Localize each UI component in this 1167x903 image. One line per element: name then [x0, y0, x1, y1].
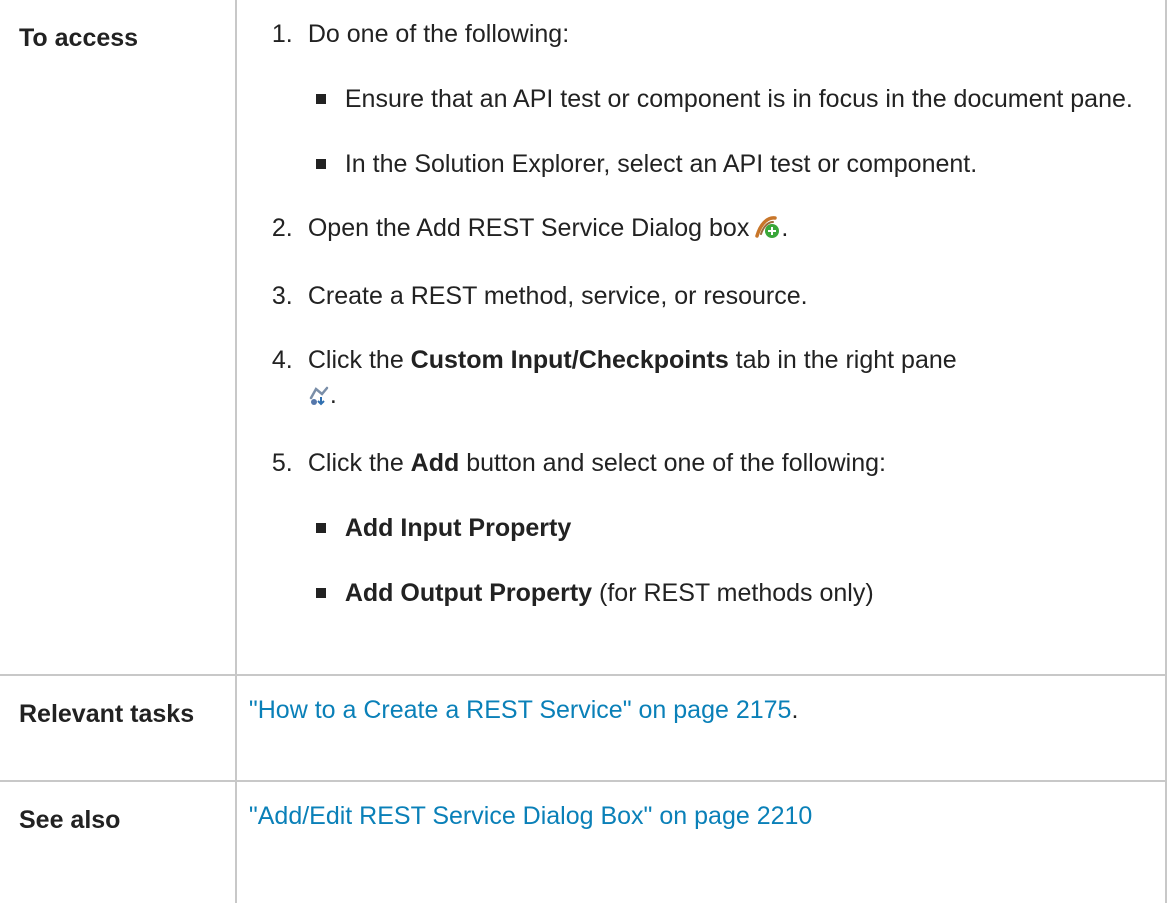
square-bullet-icon: [315, 523, 326, 533]
square-bullet-icon: [315, 588, 326, 598]
sub-item-text: Ensure that an API test or component is …: [344, 85, 1133, 113]
row-to-access: To access 1. Do one of the following: En…: [0, 0, 1167, 676]
link-period: .: [791, 696, 799, 724]
info-table: To access 1. Do one of the following: En…: [0, 0, 1167, 903]
see-also-link[interactable]: "Add/Edit REST Service Dialog Box" on pa…: [249, 802, 812, 830]
step-3: 3. Create a REST method, service, or res…: [238, 279, 1164, 314]
sub-item-bold: Add Input Property: [344, 514, 572, 542]
row-label: See also: [0, 780, 237, 903]
sub-list: Add Input Property Add Output Property (…: [308, 510, 1164, 611]
step-text: Click the Add button and select one of t…: [307, 449, 886, 477]
sub-item-text: In the Solution Explorer, select an API …: [344, 150, 978, 178]
row-see-also: See also "Add/Edit REST Service Dialog B…: [0, 780, 1167, 903]
row-relevant-tasks: Relevant tasks "How to a Create a REST S…: [0, 674, 1167, 782]
step-1: 1. Do one of the following: Ensure that …: [238, 17, 1164, 182]
access-steps-cell: 1. Do one of the following: Ensure that …: [234, 0, 1167, 676]
step-number: 3.: [271, 282, 293, 310]
custom-checkpoints-icon: [308, 382, 330, 417]
square-bullet-icon: [315, 159, 326, 169]
sub-item-text: (for REST methods only): [592, 579, 874, 607]
step-number: 2.: [271, 214, 293, 242]
square-bullet-icon: [315, 94, 326, 104]
sub-item: Ensure that an API test or component is …: [308, 81, 1164, 117]
sub-item-bold: Add Output Property: [344, 579, 593, 607]
step-number: 1.: [271, 20, 293, 48]
step-text: Do one of the following:: [307, 20, 570, 48]
row-label: Relevant tasks: [0, 674, 237, 782]
see-also-cell: "Add/Edit REST Service Dialog Box" on pa…: [234, 780, 1167, 903]
step-2: 2. Open the Add REST Service Dialog box.: [238, 211, 1164, 250]
relevant-tasks-link[interactable]: "How to a Create a REST Service" on page…: [249, 696, 792, 724]
step-number: 4.: [271, 346, 293, 374]
sub-item: Add Input Property: [308, 510, 1164, 546]
relevant-tasks-cell: "How to a Create a REST Service" on page…: [234, 674, 1167, 782]
steps-list: 1. Do one of the following: Ensure that …: [238, 17, 1164, 611]
step-4: 4. Click the Custom Input/Checkpoints ta…: [238, 343, 1164, 417]
step-number: 5.: [271, 449, 293, 477]
step-text: Create a REST method, service, or resour…: [307, 282, 808, 310]
sub-item: In the Solution Explorer, select an API …: [308, 146, 1164, 182]
sub-item: Add Output Property (for REST methods on…: [308, 575, 1164, 611]
step-text: Click the Custom Input/Checkpoints tab i…: [308, 346, 957, 409]
row-label: To access: [0, 0, 237, 676]
sub-list: Ensure that an API test or component is …: [308, 81, 1164, 182]
step-text: Open the Add REST Service Dialog box.: [308, 214, 788, 242]
add-rest-service-icon: [753, 214, 781, 250]
step-5: 5. Click the Add button and select one o…: [238, 446, 1164, 611]
